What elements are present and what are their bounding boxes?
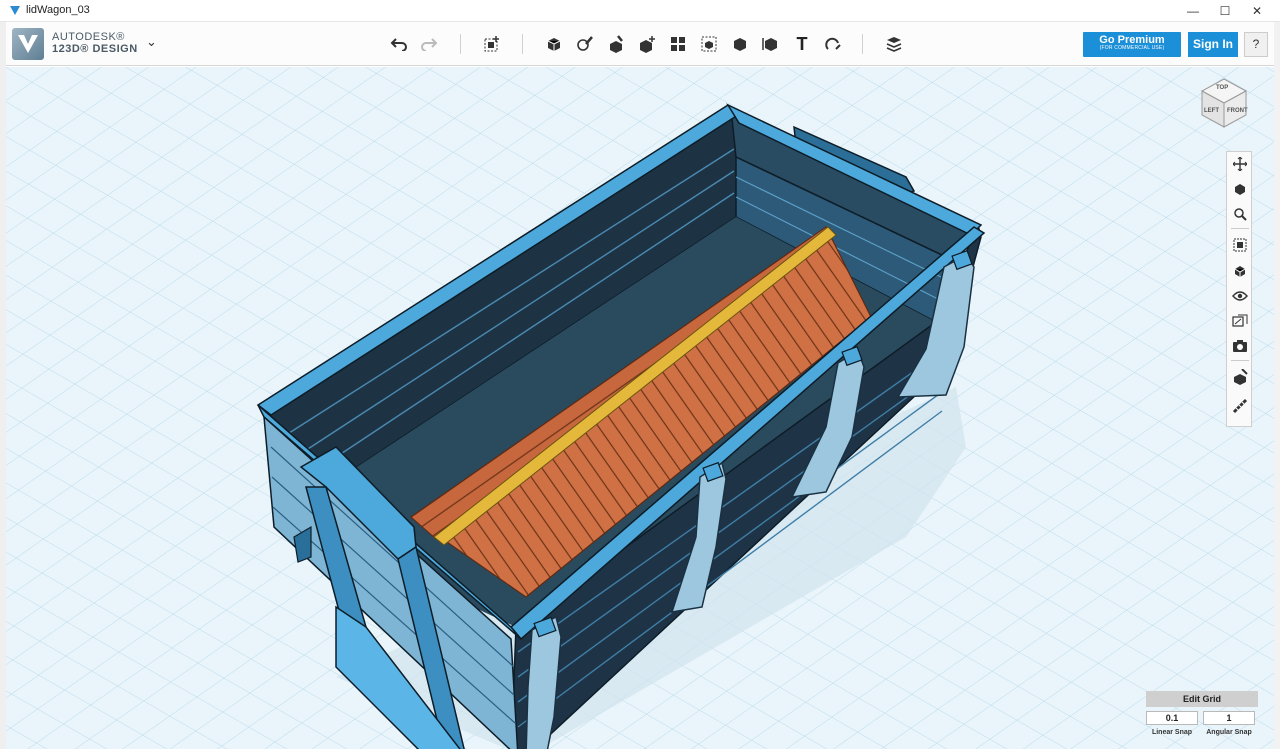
pattern-icon[interactable]: [666, 32, 690, 56]
maximize-button[interactable]: ☐: [1208, 0, 1242, 22]
sketch-icon[interactable]: [573, 32, 597, 56]
snap-tool-icon[interactable]: [1231, 368, 1249, 386]
view-cube[interactable]: TOP LEFT FRONT: [1196, 75, 1252, 131]
main-menu-chevron-icon[interactable]: ⌄: [146, 34, 157, 50]
orbit-icon[interactable]: [1231, 180, 1249, 198]
app-logo[interactable]: [12, 28, 44, 60]
angular-snap-label: Angular Snap: [1206, 729, 1252, 736]
materials-icon[interactable]: [1231, 312, 1249, 330]
views-icon[interactable]: [1231, 262, 1249, 280]
screenshot-icon[interactable]: [1231, 337, 1249, 355]
undo-icon[interactable]: [387, 32, 411, 56]
material-icon[interactable]: [882, 32, 906, 56]
measure-icon[interactable]: [759, 32, 783, 56]
sign-in-button[interactable]: Sign In: [1188, 32, 1238, 57]
view-cube-front-label[interactable]: FRONT: [1227, 108, 1248, 114]
visibility-icon[interactable]: [1231, 287, 1249, 305]
construct-icon[interactable]: [604, 32, 628, 56]
zoom-icon[interactable]: [1231, 205, 1249, 223]
pan-icon[interactable]: [1231, 155, 1249, 173]
ruler-icon[interactable]: [1231, 397, 1249, 415]
view-cube-left-label[interactable]: LEFT: [1204, 108, 1219, 114]
minimize-button[interactable]: —: [1176, 0, 1210, 22]
modify-icon[interactable]: [635, 32, 659, 56]
app-icon: [10, 6, 20, 15]
close-button[interactable]: ✕: [1240, 0, 1274, 22]
linear-snap-input[interactable]: 0.1: [1146, 711, 1198, 725]
snap-icon[interactable]: [821, 32, 845, 56]
grouping-icon[interactable]: [697, 32, 721, 56]
wagon-scene: [6, 67, 1274, 749]
combine-icon[interactable]: [728, 32, 752, 56]
help-button[interactable]: ?: [1244, 32, 1268, 57]
redo-icon[interactable]: [417, 32, 441, 56]
fit-icon[interactable]: [1231, 236, 1249, 254]
window-title: lidWagon_03: [26, 4, 90, 16]
3d-viewport[interactable]: TOP LEFT FRONT: [6, 67, 1274, 749]
brand-company: AUTODESK®: [52, 31, 125, 43]
navigation-bar: [1226, 151, 1252, 427]
go-premium-button[interactable]: Go Premium (FOR COMMERCIAL USE): [1083, 32, 1181, 57]
main-toolbar: AUTODESK® 123D® DESIGN ⌄ T Go Premium (F…: [6, 22, 1274, 66]
window-right-edge: [1274, 22, 1280, 749]
title-bar: lidWagon_03 — ☐ ✕: [0, 0, 1280, 22]
angular-snap-input[interactable]: 1: [1203, 711, 1255, 725]
primitives-icon[interactable]: [542, 32, 566, 56]
brand-product: 123D® DESIGN: [52, 43, 138, 55]
linear-snap-label: Linear Snap: [1151, 729, 1193, 736]
transform-icon[interactable]: [480, 32, 504, 56]
view-cube-top-label[interactable]: TOP: [1216, 85, 1228, 91]
text-icon[interactable]: T: [790, 32, 814, 56]
edit-grid-button[interactable]: Edit Grid: [1146, 691, 1258, 707]
